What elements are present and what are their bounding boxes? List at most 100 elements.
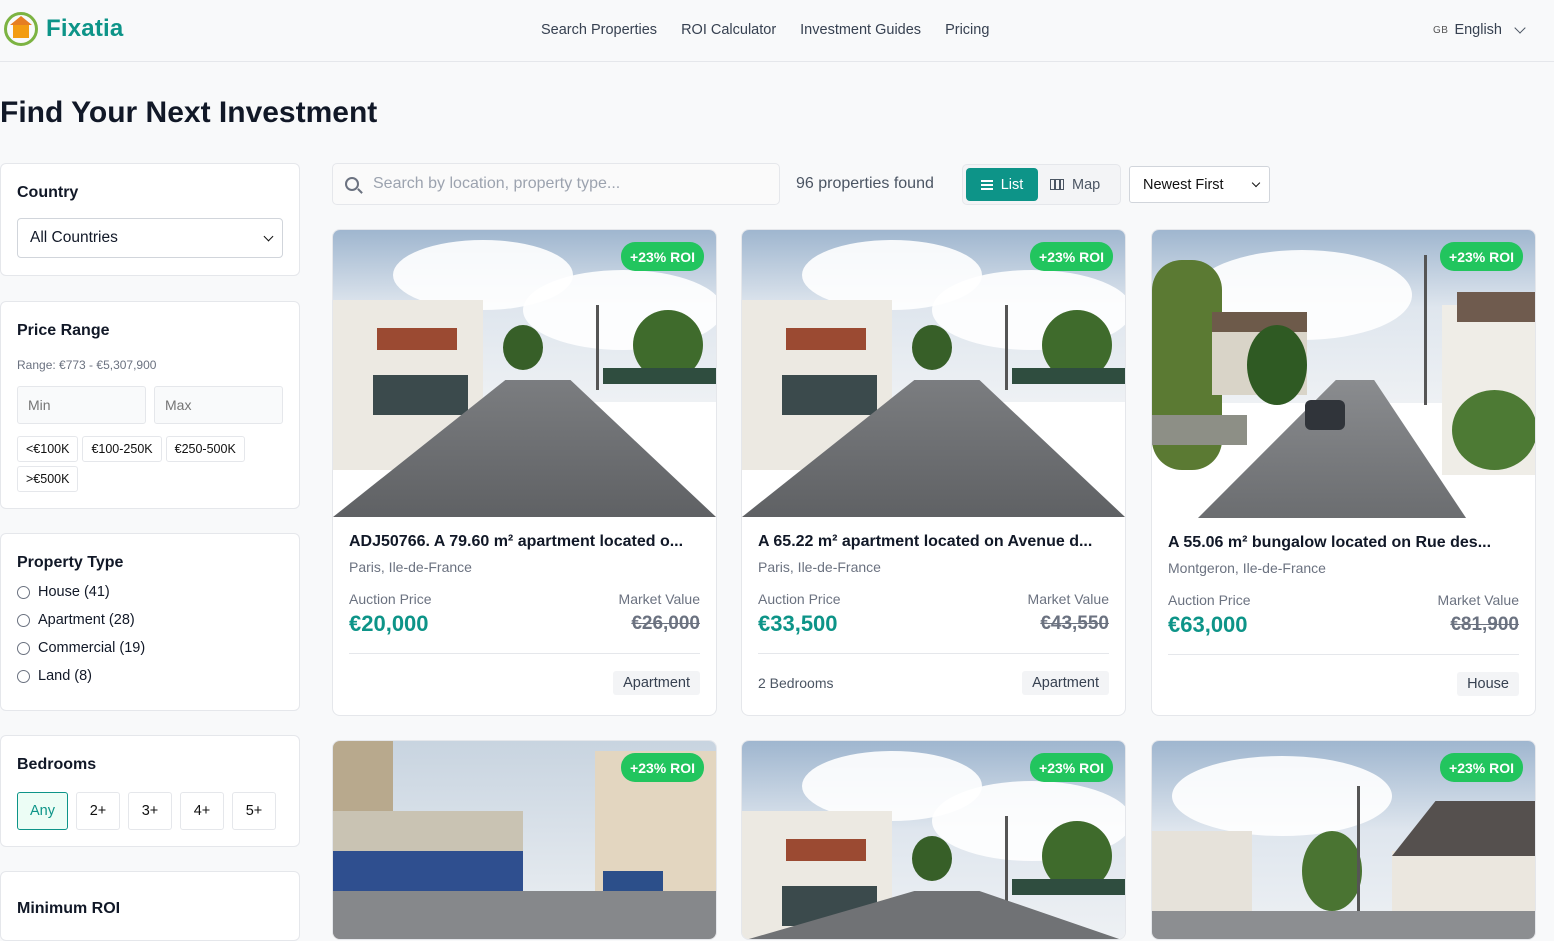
list-icon	[980, 179, 993, 190]
listing-card[interactable]: +23% ROI A 55.06 m² bungalow located on …	[1151, 229, 1536, 716]
listing-title[interactable]: A 55.06 m² bungalow located on Rue des..…	[1168, 534, 1519, 552]
language-label: English	[1454, 22, 1502, 38]
property-photo[interactable]: +23% ROI	[333, 230, 716, 517]
search-icon	[345, 177, 359, 191]
page-title: Find Your Next Investment	[0, 96, 378, 129]
roi-badge: +23% ROI	[1030, 753, 1113, 782]
bedrooms-3plus-button[interactable]: 3+	[128, 792, 172, 830]
market-value-label: Market Value	[618, 591, 700, 607]
bedrooms-title: Bedrooms	[17, 756, 97, 773]
nav-investment-guides[interactable]: Investment Guides	[800, 22, 921, 38]
nav-roi-calculator[interactable]: ROI Calculator	[681, 22, 776, 38]
listing-card[interactable]: +23% ROI ADJ50766. A 79.60 m² apartment …	[332, 229, 717, 716]
roi-badge: +23% ROI	[621, 753, 704, 782]
price-chip-250-500k[interactable]: €250-500K	[165, 436, 245, 462]
chevron-down-icon	[1514, 22, 1526, 34]
price-range-text: Range: €773 - €5,307,900	[17, 358, 157, 372]
bedrooms-count: 2 Bedrooms	[758, 674, 834, 691]
chevron-down-icon	[263, 231, 274, 241]
price-chip-100-250k[interactable]: €100-250K	[82, 436, 162, 462]
chevron-down-icon	[1251, 178, 1261, 187]
radio-label: House (41)	[38, 584, 110, 600]
price-chip-over-500k[interactable]: >€500K	[17, 466, 79, 492]
property-type-commercial[interactable]: Commercial (19)	[17, 640, 283, 656]
list-view-label: List	[1000, 176, 1024, 193]
sort-select[interactable]: Newest First	[1129, 166, 1270, 203]
property-type-tag: Apartment	[613, 670, 700, 695]
main-nav: Search Properties ROI Calculator Investm…	[541, 22, 989, 38]
listing-title[interactable]: A 65.22 m² apartment located on Avenue d…	[758, 533, 1109, 551]
price-max-input[interactable]	[154, 386, 283, 424]
nav-pricing[interactable]: Pricing	[945, 22, 989, 38]
language-selector[interactable]: GB English	[1432, 22, 1526, 38]
country-select-value: All Countries	[30, 229, 118, 246]
country-filter: Country All Countries	[0, 163, 300, 276]
radio-label: Apartment (28)	[38, 612, 135, 628]
listing-location: Montgeron, Ile-de-France	[1168, 560, 1326, 576]
radio-label: Commercial (19)	[38, 640, 146, 656]
map-view-button[interactable]: Map	[1038, 168, 1112, 201]
property-photo[interactable]: +23% ROI	[742, 230, 1125, 517]
roi-badge: +23% ROI	[621, 242, 704, 271]
list-view-button[interactable]: List	[966, 168, 1038, 201]
roi-badge: +23% ROI	[1440, 753, 1523, 782]
radio-icon[interactable]	[17, 641, 30, 655]
price-range-title: Price Range	[17, 322, 110, 339]
roi-badge: +23% ROI	[1440, 242, 1523, 271]
radio-icon[interactable]	[17, 613, 30, 627]
property-photo[interactable]: +23% ROI	[742, 741, 1125, 939]
property-type-land[interactable]: Land (8)	[17, 668, 283, 684]
top-navbar: Fixatia Search Properties ROI Calculator…	[0, 0, 1554, 62]
property-photo[interactable]: +23% ROI	[1152, 741, 1535, 939]
price-chips: <€100K €100-250K €250-500K >€500K	[17, 436, 267, 492]
bedrooms-any-button[interactable]: Any	[17, 792, 68, 830]
sort-select-value: Newest First	[1143, 176, 1224, 193]
nav-search-properties[interactable]: Search Properties	[541, 22, 657, 38]
country-filter-title: Country	[17, 184, 79, 201]
bedrooms-2plus-button[interactable]: 2+	[76, 792, 120, 830]
market-value: €43,550	[1040, 613, 1109, 634]
roi-badge: +23% ROI	[1030, 242, 1113, 271]
view-toggle: List Map	[962, 164, 1121, 205]
auction-price-label: Auction Price	[758, 591, 841, 607]
property-photo[interactable]: +23% ROI	[1152, 230, 1535, 518]
map-view-label: Map	[1072, 176, 1101, 193]
radio-label: Land (8)	[38, 668, 93, 684]
auction-price: €63,000	[1168, 612, 1248, 637]
listing-card[interactable]: +23% ROI	[332, 740, 717, 940]
radio-icon[interactable]	[17, 585, 30, 599]
price-chip-under-100k[interactable]: <€100K	[17, 436, 79, 462]
property-type-filter: Property Type House (41) Apartment (28) …	[0, 533, 300, 711]
property-type-title: Property Type	[17, 554, 124, 571]
auction-price: €33,500	[758, 611, 838, 636]
bedrooms-5plus-button[interactable]: 5+	[232, 792, 276, 830]
listing-location: Paris, Ile-de-France	[758, 559, 881, 575]
search-input[interactable]	[373, 175, 753, 193]
market-value-label: Market Value	[1437, 592, 1519, 608]
listing-card[interactable]: +23% ROI	[741, 740, 1126, 940]
radio-icon[interactable]	[17, 669, 30, 683]
auction-price: €20,000	[349, 611, 429, 636]
listing-location: Paris, Ile-de-France	[349, 559, 472, 575]
listing-title[interactable]: ADJ50766. A 79.60 m² apartment located o…	[349, 533, 700, 551]
map-icon	[1050, 179, 1064, 190]
property-type-apartment[interactable]: Apartment (28)	[17, 612, 283, 628]
search-box	[332, 163, 780, 205]
country-select[interactable]: All Countries	[17, 218, 283, 258]
price-range-filter: Price Range Range: €773 - €5,307,900 <€1…	[0, 301, 300, 509]
listing-card[interactable]: +23% ROI	[1151, 740, 1536, 940]
brand-logo[interactable]: Fixatia	[4, 12, 123, 46]
property-type-tag: House	[1457, 671, 1519, 696]
listing-card[interactable]: +23% ROI A 65.22 m² apartment located on…	[741, 229, 1126, 716]
auction-price-label: Auction Price	[1168, 592, 1251, 608]
house-logo-icon	[4, 12, 38, 46]
property-photo[interactable]: +23% ROI	[333, 741, 716, 939]
minimum-roi-title: Minimum ROI	[17, 900, 121, 917]
flag-icon: GB	[1432, 24, 1449, 36]
property-type-house[interactable]: House (41)	[17, 584, 283, 600]
results-count: 96 properties found	[796, 175, 934, 192]
price-min-input[interactable]	[17, 386, 146, 424]
market-value: €81,900	[1450, 614, 1519, 635]
bedrooms-4plus-button[interactable]: 4+	[180, 792, 224, 830]
bedrooms-filter: Bedrooms Any 2+ 3+ 4+ 5+	[0, 735, 300, 847]
